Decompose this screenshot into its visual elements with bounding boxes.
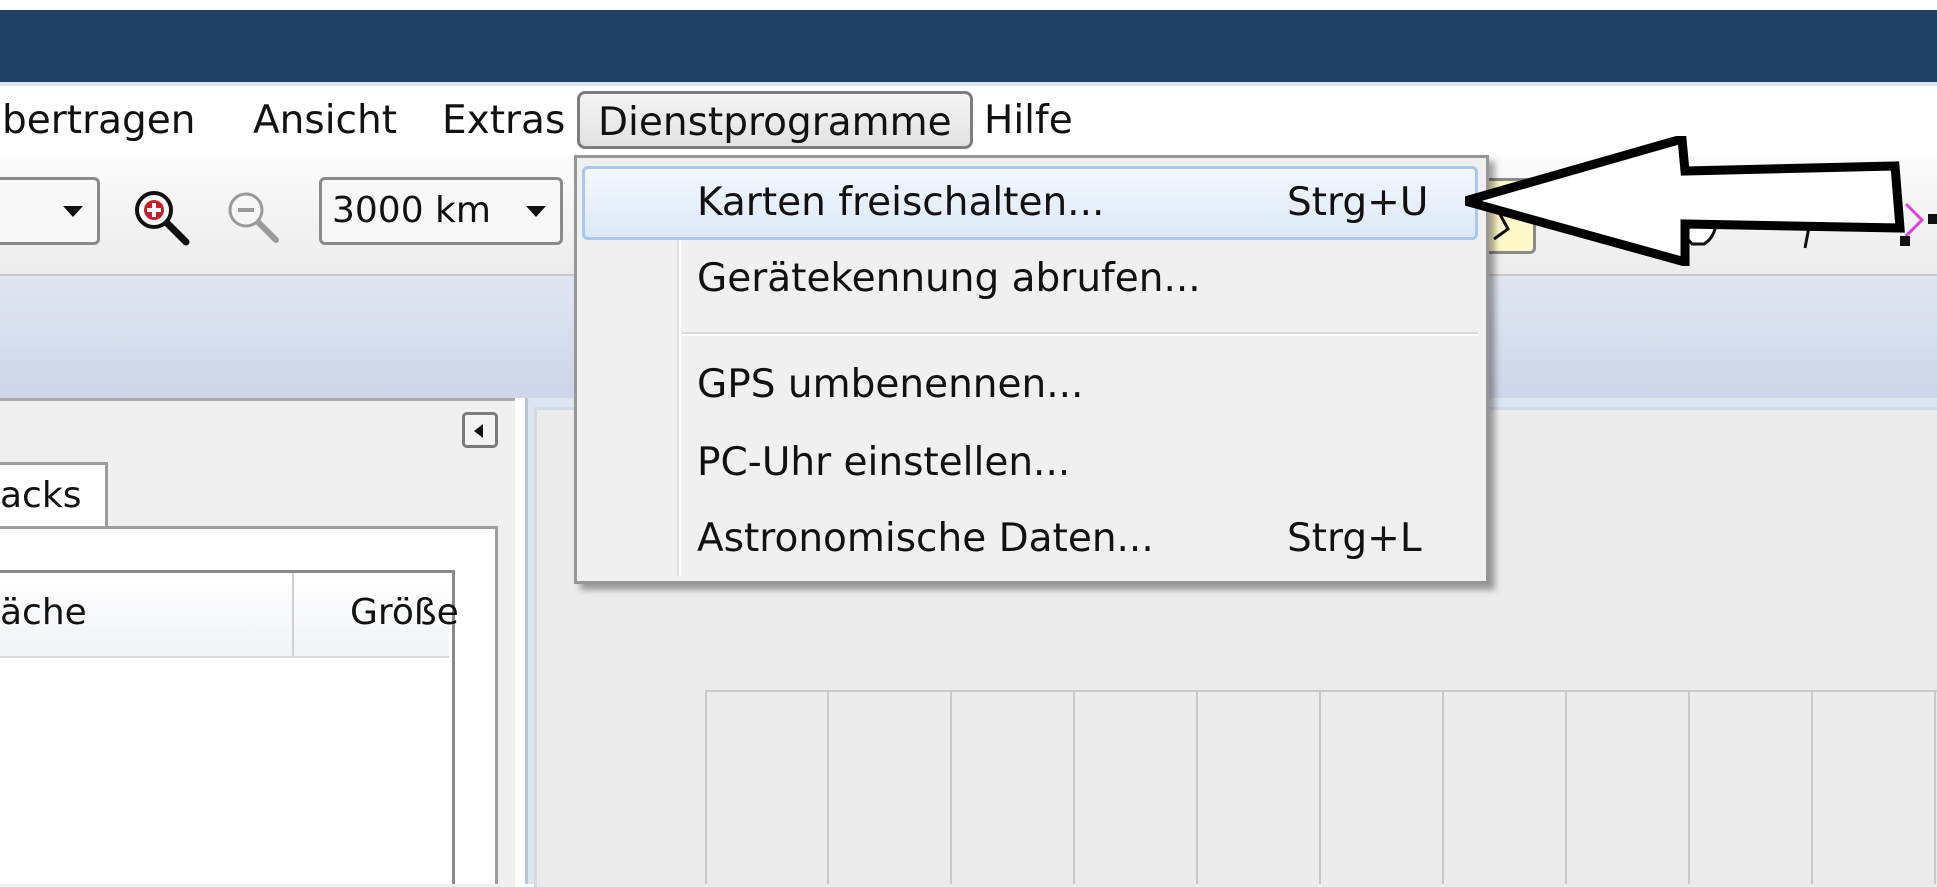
- menu-item-pc-uhr-einstellen[interactable]: PC-Uhr einstellen...: [582, 426, 1478, 500]
- menu-item-shortcut: Strg+U: [1287, 180, 1429, 225]
- menu-item-label: Astronomische Daten...: [697, 516, 1154, 561]
- menu-item-geraetekennung-abrufen[interactable]: Gerätekennung abrufen...: [582, 242, 1478, 316]
- map-grid: [705, 690, 1937, 884]
- title-bar: [0, 10, 1937, 82]
- menu-item-label: PC-Uhr einstellen...: [697, 440, 1071, 485]
- menu-extras[interactable]: Extras: [442, 86, 565, 156]
- zoom-out-icon[interactable]: [224, 188, 288, 252]
- tab-tracks[interactable]: acks: [0, 462, 108, 526]
- layer-combo[interactable]: [0, 177, 100, 245]
- menu-hilfe[interactable]: Hilfe: [984, 86, 1073, 156]
- window-frame-top: [0, 0, 1937, 10]
- menu-item-label: Gerätekennung abrufen...: [697, 256, 1201, 301]
- chevron-down-icon: [526, 206, 546, 217]
- menu-ansicht[interactable]: Ansicht: [253, 86, 397, 156]
- column-header-flaeche[interactable]: äche: [0, 573, 87, 653]
- menu-item-label: GPS umbenennen...: [697, 362, 1084, 407]
- scale-value: 3000 km: [332, 190, 491, 231]
- menu-item-astronomische-daten[interactable]: Astronomische Daten... Strg+L: [582, 502, 1478, 576]
- menu-item-karten-freischalten[interactable]: Karten freischalten... Strg+U: [582, 166, 1478, 240]
- tab-tracks-label: acks: [0, 475, 82, 516]
- chevron-down-icon: [63, 206, 83, 217]
- zoom-in-icon[interactable]: [132, 188, 196, 252]
- menu-item-gps-umbenennen[interactable]: GPS umbenennen...: [582, 348, 1478, 422]
- menu-item-shortcut: Strg+L: [1287, 516, 1422, 561]
- column-header-groesse[interactable]: Größe: [350, 573, 459, 653]
- annotation-arrow-icon: [1465, 136, 1905, 266]
- column-separator[interactable]: [292, 573, 294, 656]
- menu-item-label: Karten freischalten...: [697, 180, 1105, 225]
- menu-dienstprogramme[interactable]: Dienstprogramme: [577, 91, 973, 149]
- collapse-panel-button[interactable]: [462, 412, 498, 448]
- scale-combo[interactable]: 3000 km: [319, 177, 563, 245]
- list-header: äche Größe: [0, 573, 459, 658]
- menu-separator: [682, 332, 1478, 336]
- menu-uebertragen[interactable]: bertragen: [2, 86, 195, 156]
